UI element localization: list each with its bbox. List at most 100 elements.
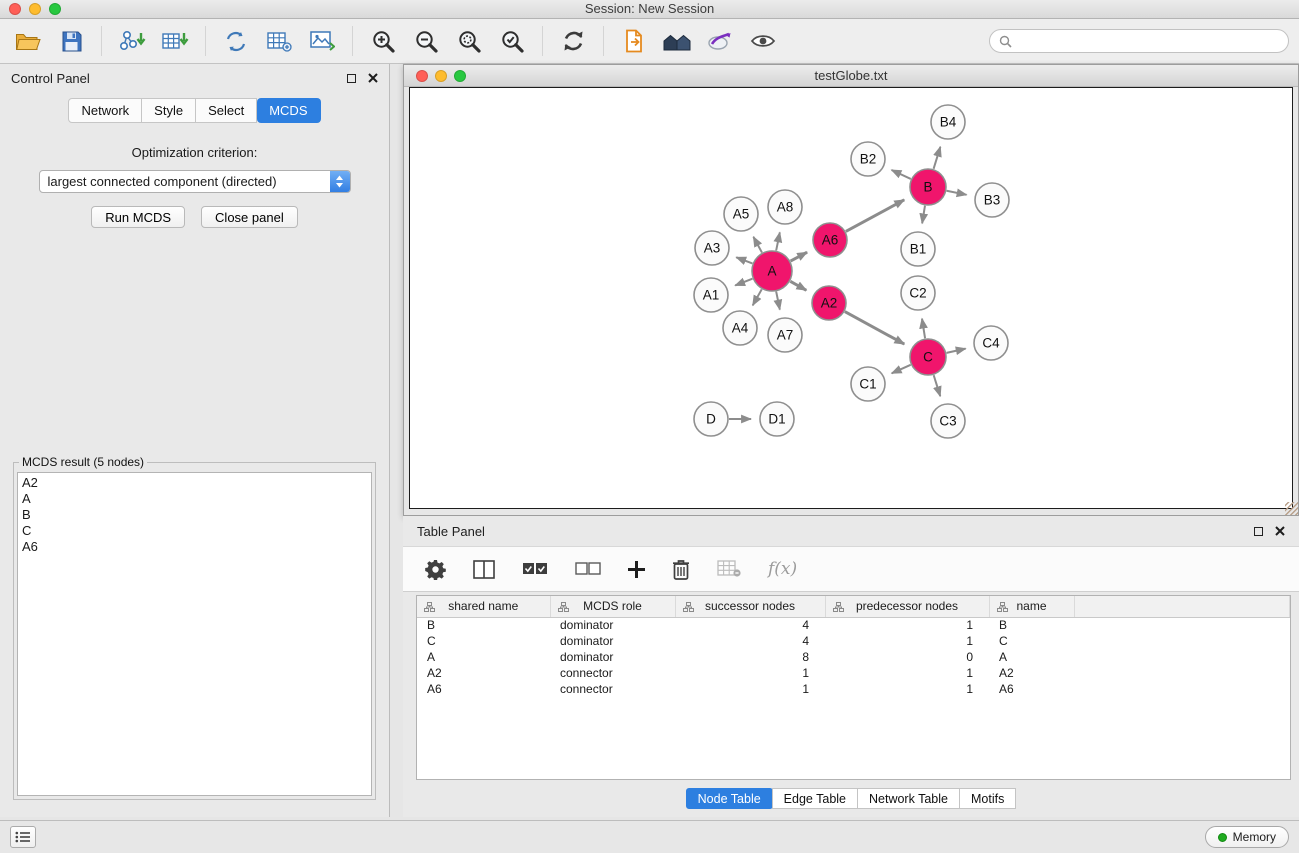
table-cell[interactable]: connector <box>550 681 675 697</box>
table-cell[interactable]: 1 <box>675 681 825 697</box>
table-row[interactable]: Bdominator41B <box>417 617 1290 633</box>
function-builder-button[interactable]: f(x) <box>768 559 797 579</box>
table-cell[interactable]: dominator <box>550 633 675 649</box>
close-window-button[interactable] <box>9 3 21 15</box>
show-all-home-button[interactable] <box>659 23 695 59</box>
table-cell[interactable]: A6 <box>417 681 550 697</box>
table-cell[interactable]: C <box>417 633 550 649</box>
table-cell[interactable]: 1 <box>825 633 989 649</box>
zoom-in-button[interactable] <box>365 23 401 59</box>
table-cell[interactable]: dominator <box>550 649 675 665</box>
graph-edge-A-A8[interactable] <box>776 232 780 250</box>
column-header-predecessor-nodes[interactable]: predecessor nodes <box>825 596 989 617</box>
table-row[interactable]: Adominator80A <box>417 649 1290 665</box>
close-table-panel-icon[interactable] <box>1275 526 1285 536</box>
mcds-result-list[interactable]: A2ABCA6 <box>17 472 372 796</box>
new-table-button[interactable] <box>261 23 297 59</box>
minimize-window-button[interactable] <box>29 3 41 15</box>
graph-edge-C-C2[interactable] <box>922 319 925 339</box>
table-cell[interactable]: 1 <box>675 665 825 681</box>
mcds-result-item[interactable]: A <box>22 491 367 507</box>
zoom-out-button[interactable] <box>408 23 444 59</box>
zoom-window-button[interactable] <box>49 3 61 15</box>
column-header-successor-nodes[interactable]: successor nodes <box>675 596 825 617</box>
table-cell[interactable]: 1 <box>825 617 989 633</box>
table-cell[interactable]: 1 <box>825 665 989 681</box>
table-cell[interactable]: dominator <box>550 617 675 633</box>
graph-edge-B-B3[interactable] <box>947 191 967 195</box>
column-header-name[interactable]: name <box>989 596 1074 617</box>
float-panel-icon[interactable] <box>347 74 356 83</box>
tab-node-table[interactable]: Node Table <box>686 788 773 809</box>
refresh-view-button[interactable] <box>555 23 591 59</box>
graph-edge-C-C3[interactable] <box>934 375 941 396</box>
deselect-all-button[interactable] <box>575 562 601 576</box>
column-header-shared-name[interactable]: shared name <box>417 596 550 617</box>
table-cell[interactable]: B <box>989 617 1074 633</box>
mcds-result-item[interactable]: B <box>22 507 367 523</box>
optimization-criterion-dropdown[interactable]: largest connected component (directed) <box>39 170 351 193</box>
graph-edge-B-B2[interactable] <box>892 170 911 179</box>
table-cell[interactable]: A <box>989 649 1074 665</box>
export-image-button[interactable] <box>304 23 340 59</box>
graph-edge-A-A1[interactable] <box>735 279 752 286</box>
graph-edge-A-A2[interactable] <box>790 281 806 290</box>
graph-edge-A-A4[interactable] <box>753 289 762 305</box>
graph-edge-A-A7[interactable] <box>776 292 780 310</box>
graph-edge-A-A5[interactable] <box>753 237 762 253</box>
table-cell[interactable]: B <box>417 617 550 633</box>
mcds-result-item[interactable]: A6 <box>22 539 367 555</box>
clone-network-button[interactable] <box>218 23 254 59</box>
tab-edge-table[interactable]: Edge Table <box>772 788 858 809</box>
graph-edge-C-C4[interactable] <box>947 349 966 353</box>
show-columns-button[interactable] <box>473 560 495 579</box>
table-cell[interactable]: 1 <box>825 681 989 697</box>
save-session-button[interactable] <box>53 23 89 59</box>
window-resize-grip[interactable] <box>1285 502 1298 515</box>
table-row[interactable]: A2connector11A2 <box>417 665 1290 681</box>
network-close-button[interactable] <box>416 70 428 82</box>
select-all-button[interactable] <box>522 562 548 576</box>
network-minimize-button[interactable] <box>435 70 447 82</box>
tab-network[interactable]: Network <box>68 98 142 123</box>
table-settings-button[interactable] <box>425 559 446 580</box>
column-header-mcds-role[interactable]: MCDS role <box>550 596 675 617</box>
table-cell[interactable]: 8 <box>675 649 825 665</box>
network-window-titlebar[interactable]: testGlobe.txt <box>404 65 1298 87</box>
table-cell[interactable]: A <box>417 649 550 665</box>
network-graph[interactable]: AA1A2A3A4A5A6A7A8BB1B2B3B4CC1C2C3C4DD1 <box>410 88 1294 510</box>
run-mcds-button[interactable]: Run MCDS <box>91 206 185 228</box>
network-canvas[interactable]: AA1A2A3A4A5A6A7A8BB1B2B3B4CC1C2C3C4DD1 <box>409 87 1293 509</box>
tab-style[interactable]: Style <box>142 98 196 123</box>
tab-mcds[interactable]: MCDS <box>257 98 320 123</box>
graph-edge-A6-B[interactable] <box>846 200 904 232</box>
toolbar-search-field[interactable] <box>989 29 1289 53</box>
import-table-button[interactable] <box>157 23 193 59</box>
memory-button[interactable]: Memory <box>1205 826 1289 848</box>
table-cell[interactable]: 4 <box>675 617 825 633</box>
delete-row-button[interactable] <box>672 559 690 580</box>
mcds-result-item[interactable]: C <box>22 523 367 539</box>
close-panel-icon[interactable] <box>368 73 378 83</box>
table-cell[interactable]: A2 <box>989 665 1074 681</box>
table-row[interactable]: Cdominator41C <box>417 633 1290 649</box>
network-zoom-button[interactable] <box>454 70 466 82</box>
graph-edge-B-B4[interactable] <box>934 147 941 169</box>
apply-visual-style-button[interactable] <box>702 23 738 59</box>
tab-select[interactable]: Select <box>196 98 257 123</box>
task-history-button[interactable] <box>10 826 36 848</box>
table-row[interactable]: A6connector11A6 <box>417 681 1290 697</box>
add-row-button[interactable] <box>628 561 645 578</box>
zoom-fit-button[interactable] <box>451 23 487 59</box>
mcds-result-item[interactable]: A2 <box>22 475 367 491</box>
zoom-selected-button[interactable] <box>494 23 530 59</box>
tab-motifs[interactable]: Motifs <box>959 788 1016 809</box>
show-hide-graphics-button[interactable] <box>745 23 781 59</box>
table-cell[interactable]: A2 <box>417 665 550 681</box>
graph-edge-A2-C[interactable] <box>845 312 904 344</box>
open-file-button[interactable] <box>10 23 46 59</box>
search-input[interactable] <box>1017 34 1279 49</box>
table-cell[interactable]: 4 <box>675 633 825 649</box>
graph-edge-B-B1[interactable] <box>922 206 925 224</box>
close-panel-button[interactable]: Close panel <box>201 206 298 228</box>
